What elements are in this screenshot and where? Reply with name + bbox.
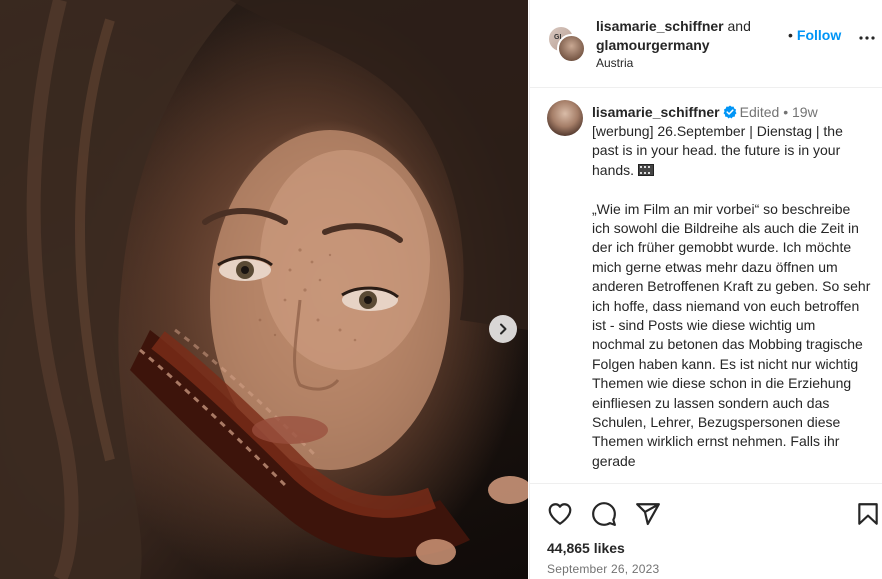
edited-label: Edited xyxy=(739,104,780,120)
follow-separator: • xyxy=(788,27,793,43)
bookmark-icon[interactable] xyxy=(855,501,881,527)
photo-illustration xyxy=(0,0,528,579)
post-sidebar: GL lisamarie_schiffner and glamourgerman… xyxy=(529,0,882,579)
caption-author-avatar[interactable] xyxy=(547,100,583,136)
follow-label: Follow xyxy=(796,27,842,43)
post-age[interactable]: 19w xyxy=(792,104,818,120)
likes-count[interactable]: 44,865 likes xyxy=(547,540,625,556)
more-horizontal-icon[interactable] xyxy=(859,36,875,52)
caption-section: lisamarie_schiffner Edited • 19w [werbun… xyxy=(530,89,882,483)
post-photo[interactable] xyxy=(0,0,528,579)
heart-icon[interactable] xyxy=(547,501,573,527)
film-frames-emoji xyxy=(637,163,654,176)
and-text: and xyxy=(727,18,751,34)
comment-icon[interactable] xyxy=(591,501,617,527)
header-usernames: lisamarie_schiffner and glamourgermany xyxy=(596,17,796,55)
collab-avatars[interactable]: GL xyxy=(547,25,586,63)
next-media-button[interactable] xyxy=(489,315,517,343)
caption-line-2: „Wie im Film an mir vorbei“ so beschreib… xyxy=(592,200,871,469)
caption-username[interactable]: lisamarie_schiffner xyxy=(592,104,720,120)
post-date[interactable]: September 26, 2023 xyxy=(547,562,659,576)
post-actions: 44,865 likes September 26, 2023 xyxy=(530,483,882,579)
follow-button[interactable]: • Follow xyxy=(788,27,841,43)
caption-header: lisamarie_schiffner Edited • 19w xyxy=(592,103,818,121)
chevron-right-icon xyxy=(500,323,507,335)
post-header: GL lisamarie_schiffner and glamourgerman… xyxy=(530,0,882,88)
verified-badge-icon xyxy=(723,105,737,119)
caption-text: [werbung] 26.September | Dienstag | the … xyxy=(592,122,872,471)
caption-line-1: [werbung] 26.September | Dienstag | the … xyxy=(592,123,843,178)
collaborator-username[interactable]: glamourgermany xyxy=(596,37,710,53)
share-icon[interactable] xyxy=(635,501,661,527)
location-link[interactable]: Austria xyxy=(596,56,633,70)
author-avatar[interactable] xyxy=(557,34,586,63)
author-username[interactable]: lisamarie_schiffner xyxy=(596,18,724,34)
meta-separator: • xyxy=(783,104,789,120)
